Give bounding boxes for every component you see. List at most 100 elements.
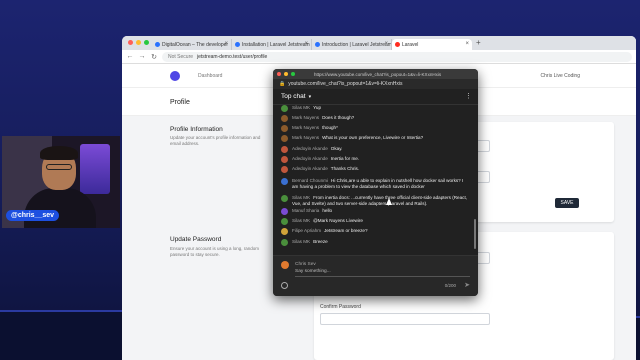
popup-address: youtube.com/live_chat?is_popout=1&v=li-K… <box>288 81 403 87</box>
emoji-icon[interactable] <box>281 282 288 289</box>
streamer-hair <box>40 146 78 160</box>
close-window-button[interactable] <box>277 72 281 76</box>
author-avatar <box>281 105 288 112</box>
favicon-icon <box>315 42 320 47</box>
chat-header: Top chat ▾ ⋮ <box>273 89 478 105</box>
chat-message[interactable]: Adedoyin Akande Okay. <box>281 146 469 153</box>
tab-label: Introduction | Laravel Jetstream <box>322 42 392 48</box>
author-avatar <box>281 115 288 122</box>
tab-introduction[interactable]: Introduction | Laravel Jetstream × <box>312 39 392 50</box>
message-text: though* <box>322 125 338 130</box>
close-window-button[interactable] <box>128 40 133 45</box>
message-text: hello <box>322 208 333 213</box>
message-body: Adedoyin Akande Inertia for me. <box>292 156 359 163</box>
message-author: Adedoyin Akande <box>292 146 328 151</box>
author-avatar <box>281 146 288 153</box>
chat-message[interactable]: Silas MK Breeze <box>281 239 469 246</box>
message-body: Mark Nuyens Does it though? <box>292 115 354 122</box>
message-text: Yup <box>313 105 322 110</box>
chat-message[interactable]: Bernard Chounmi Hi Chris,are u able to ex… <box>281 178 469 190</box>
more-options-icon[interactable]: ⋮ <box>465 92 472 100</box>
author-avatar <box>281 239 288 246</box>
message-text: Inertia for me. <box>330 156 360 161</box>
popup-window-url: https://www.youtube.com/live_chat?is_pop… <box>314 71 442 77</box>
user-menu[interactable]: Chris Live Coding <box>541 73 580 79</box>
message-author: Bernard Chounmi <box>292 178 329 183</box>
close-tab-icon[interactable]: × <box>465 41 469 47</box>
address-bar: ← → ↻ Not Secure jetstream-demo.test/use… <box>122 50 636 64</box>
chat-message[interactable]: Silas MK @Mark Nuyens Livewire <box>281 218 469 225</box>
message-text: From inertia docs: ...currently have thr… <box>292 195 467 206</box>
streamer-handle-badge: @chris__sev <box>6 210 60 221</box>
new-tab-button[interactable]: + <box>472 38 485 50</box>
confirm-password-field[interactable] <box>320 313 490 325</box>
save-button[interactable]: SAVE <box>555 198 579 208</box>
chevron-down-icon[interactable]: ▾ <box>309 94 312 100</box>
chat-message-input[interactable]: Say something... <box>295 269 470 277</box>
chat-message[interactable]: Adedoyin Akande Thanks Chris. <box>281 166 469 173</box>
message-body: Silas MK Yup <box>292 105 321 112</box>
message-text: Thanks Chris. <box>330 166 360 171</box>
tab-bar: DigitalOcean – The developer × Installati… <box>122 36 636 50</box>
chat-user-name: Chris Sev <box>295 262 316 267</box>
message-author: Mark Nuyens <box>292 115 320 120</box>
message-body: Silas MK From inertia docs: ...currently … <box>292 195 469 207</box>
message-text: What is your own preference, Livewire or… <box>322 135 424 140</box>
webcam-light <box>80 144 110 194</box>
nav-dashboard-link[interactable]: Dashboard <box>198 73 222 79</box>
close-tab-icon[interactable]: × <box>224 41 228 47</box>
message-author: Silas MK <box>292 105 311 110</box>
profile-info-description: Update your account's profile informatio… <box>170 135 261 146</box>
forward-icon[interactable]: → <box>138 53 146 60</box>
chat-message[interactable]: Filipe Apriahm Jetstream or breeze? <box>281 228 469 235</box>
chat-message[interactable]: Manuf Sharia hello <box>281 208 469 215</box>
message-body: Silas MK @Mark Nuyens Livewire <box>292 218 363 225</box>
update-password-description: Ensure your account is using a long, ran… <box>170 246 260 257</box>
chat-message[interactable]: Mark Nuyens Does it though? <box>281 115 469 122</box>
chat-scrollbar[interactable] <box>474 219 476 249</box>
webcam-overlay: @chris__sev <box>2 136 120 228</box>
message-body: Mark Nuyens What is your own preference, … <box>292 135 423 142</box>
chat-message[interactable]: Adedoyin Akande Inertia for me. <box>281 156 469 163</box>
message-text: Breeze <box>313 239 328 244</box>
chat-message[interactable]: Silas MK From inertia docs: ...currently … <box>281 195 469 207</box>
message-author: Filipe Apriahm <box>292 228 322 233</box>
chat-message[interactable]: Mark Nuyens What is your own preference, … <box>281 135 469 142</box>
tab-installation[interactable]: Installation | Laravel Jetstream × <box>232 39 312 50</box>
tab-laravel[interactable]: Laravel × <box>392 39 472 50</box>
message-body: Adedoyin Akande Thanks Chris. <box>292 166 359 173</box>
author-avatar <box>281 218 288 225</box>
maximize-window-button[interactable] <box>291 72 295 76</box>
message-author: Silas MK <box>292 218 311 223</box>
message-text: Okay. <box>330 146 343 151</box>
maximize-window-button[interactable] <box>144 40 149 45</box>
top-chat-dropdown[interactable]: Top chat <box>281 93 306 100</box>
author-avatar <box>281 228 288 235</box>
live-chat-popup-window: https://www.youtube.com/live_chat?is_pop… <box>273 69 478 296</box>
profile-info-heading: Profile Information <box>170 126 223 133</box>
author-avatar <box>281 166 288 173</box>
author-avatar <box>281 156 288 163</box>
message-body: Filipe Apriahm Jetstream or breeze? <box>292 228 368 235</box>
message-text: Jetstream or breeze? <box>324 228 368 233</box>
reload-icon[interactable]: ↻ <box>150 53 158 61</box>
message-body: Mark Nuyens though* <box>292 125 338 132</box>
minimize-window-button[interactable] <box>136 40 141 45</box>
message-author: Mark Nuyens <box>292 125 320 130</box>
message-author: Silas MK <box>292 239 311 244</box>
minimize-window-button[interactable] <box>284 72 288 76</box>
close-tab-icon[interactable]: × <box>304 41 308 47</box>
url-input[interactable]: Not Secure jetstream-demo.test/user/prof… <box>162 51 632 62</box>
chat-message[interactable]: Mark Nuyens though* <box>281 125 469 132</box>
message-body: Bernard Chounmi Hi Chris,are u able to ex… <box>292 178 469 190</box>
back-icon[interactable]: ← <box>126 53 134 60</box>
favicon-icon <box>235 42 240 47</box>
not-secure-label: Not Secure <box>168 53 194 60</box>
message-author: Adedoyin Akande <box>292 166 328 171</box>
tab-digitalocean[interactable]: DigitalOcean – The developer × <box>152 39 232 50</box>
confirm-password-label: Confirm Password <box>320 304 361 310</box>
close-tab-icon[interactable]: × <box>384 41 388 47</box>
send-icon[interactable]: ➤ <box>464 281 470 289</box>
chat-message[interactable]: Silas MK Yup <box>281 105 469 112</box>
app-logo-icon[interactable] <box>170 70 180 81</box>
